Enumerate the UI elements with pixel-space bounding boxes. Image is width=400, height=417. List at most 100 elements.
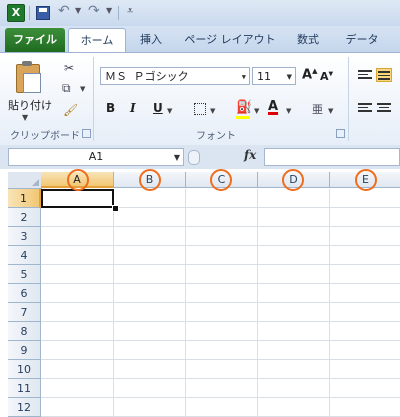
- cell-a12[interactable]: [41, 398, 114, 417]
- cell-e2[interactable]: [330, 208, 400, 227]
- cell-c6[interactable]: [186, 284, 258, 303]
- borders-dropdown-icon[interactable]: ▼: [210, 107, 215, 115]
- undo-dropdown-icon[interactable]: ▼: [75, 6, 81, 15]
- row-header-12[interactable]: 12: [8, 398, 41, 417]
- cell-c10[interactable]: [186, 360, 258, 379]
- column-header-c[interactable]: C: [186, 172, 258, 188]
- fill-color-icon[interactable]: ⛽: [236, 100, 252, 115]
- cell-e7[interactable]: [330, 303, 400, 322]
- row-header-4[interactable]: 4: [8, 246, 41, 265]
- chevron-down-icon[interactable]: ▼: [174, 150, 180, 166]
- cell-e11[interactable]: [330, 379, 400, 398]
- font-color-dropdown-icon[interactable]: ▼: [286, 107, 291, 115]
- shrink-font-button[interactable]: A▼: [320, 70, 333, 83]
- format-painter-icon[interactable]: 🖌: [63, 103, 78, 117]
- cell-d2[interactable]: [258, 208, 330, 227]
- redo-dropdown-icon[interactable]: ▼: [106, 6, 112, 15]
- font-name-combo[interactable]: ＭＳ Ｐゴシック ▼: [100, 67, 250, 85]
- row-header-8[interactable]: 8: [8, 322, 41, 341]
- cell-c12[interactable]: [186, 398, 258, 417]
- cell-a2[interactable]: [41, 208, 114, 227]
- font-launcher-icon[interactable]: [336, 129, 345, 138]
- cell-e6[interactable]: [330, 284, 400, 303]
- cell-d6[interactable]: [258, 284, 330, 303]
- cell-d8[interactable]: [258, 322, 330, 341]
- column-header-e[interactable]: E: [330, 172, 400, 188]
- cell-b2[interactable]: [114, 208, 186, 227]
- row-header-11[interactable]: 11: [8, 379, 41, 398]
- chevron-down-icon[interactable]: ▼: [287, 68, 292, 86]
- font-size-combo[interactable]: 11 ▼: [252, 67, 296, 85]
- column-header-a[interactable]: A: [41, 172, 114, 188]
- name-box[interactable]: A1 ▼: [8, 148, 184, 166]
- cell-d11[interactable]: [258, 379, 330, 398]
- cell-d9[interactable]: [258, 341, 330, 360]
- align-left-icon[interactable]: [357, 101, 373, 115]
- cell-b11[interactable]: [114, 379, 186, 398]
- cell-a6[interactable]: [41, 284, 114, 303]
- borders-icon[interactable]: [194, 103, 206, 115]
- clipboard-launcher-icon[interactable]: [82, 129, 91, 138]
- row-header-6[interactable]: 6: [8, 284, 41, 303]
- phonetic-guide-icon[interactable]: 亜: [312, 101, 323, 117]
- tab-file[interactable]: ファイル: [5, 28, 65, 52]
- cell-b1[interactable]: [114, 189, 186, 208]
- cell-d5[interactable]: [258, 265, 330, 284]
- cell-e4[interactable]: [330, 246, 400, 265]
- cell-c2[interactable]: [186, 208, 258, 227]
- cell-b6[interactable]: [114, 284, 186, 303]
- cell-a10[interactable]: [41, 360, 114, 379]
- insert-function-icon[interactable]: fx: [244, 148, 256, 162]
- cell-b3[interactable]: [114, 227, 186, 246]
- cell-e5[interactable]: [330, 265, 400, 284]
- cell-b4[interactable]: [114, 246, 186, 265]
- tab-insert[interactable]: 挿入: [136, 28, 166, 52]
- row-header-5[interactable]: 5: [8, 265, 41, 284]
- row-header-10[interactable]: 10: [8, 360, 41, 379]
- cell-b10[interactable]: [114, 360, 186, 379]
- cell-d10[interactable]: [258, 360, 330, 379]
- row-header-7[interactable]: 7: [8, 303, 41, 322]
- row-header-2[interactable]: 2: [8, 208, 41, 227]
- cell-e1[interactable]: [330, 189, 400, 208]
- cell-e3[interactable]: [330, 227, 400, 246]
- cell-c4[interactable]: [186, 246, 258, 265]
- cell-c7[interactable]: [186, 303, 258, 322]
- cell-d1[interactable]: [258, 189, 330, 208]
- row-header-1[interactable]: 1: [8, 189, 41, 208]
- customize-toolbar-icon[interactable]: ⩡: [127, 4, 133, 18]
- active-cell-a1[interactable]: [41, 189, 114, 208]
- copy-dropdown-icon[interactable]: ▼: [80, 85, 85, 93]
- cell-c5[interactable]: [186, 265, 258, 284]
- chevron-down-icon[interactable]: ▼: [242, 68, 246, 86]
- column-header-b[interactable]: B: [114, 172, 186, 188]
- cell-a4[interactable]: [41, 246, 114, 265]
- cell-b9[interactable]: [114, 341, 186, 360]
- paste-label[interactable]: 貼り付け: [8, 97, 52, 113]
- copy-icon[interactable]: ⧉: [62, 81, 71, 96]
- paste-dropdown-icon[interactable]: ▼: [22, 113, 28, 122]
- select-all-button[interactable]: [8, 172, 42, 189]
- undo-icon[interactable]: ↶: [58, 3, 70, 19]
- cell-d4[interactable]: [258, 246, 330, 265]
- column-header-d[interactable]: D: [258, 172, 330, 188]
- italic-button[interactable]: I: [130, 101, 136, 119]
- cell-a5[interactable]: [41, 265, 114, 284]
- underline-dropdown-icon[interactable]: ▼: [167, 107, 172, 115]
- cell-a11[interactable]: [41, 379, 114, 398]
- cell-c3[interactable]: [186, 227, 258, 246]
- fill-dropdown-icon[interactable]: ▼: [254, 107, 259, 115]
- cell-e12[interactable]: [330, 398, 400, 417]
- cell-d3[interactable]: [258, 227, 330, 246]
- row-header-9[interactable]: 9: [8, 341, 41, 360]
- cut-icon[interactable]: ✂: [64, 61, 74, 75]
- cell-c9[interactable]: [186, 341, 258, 360]
- cell-c11[interactable]: [186, 379, 258, 398]
- cell-b7[interactable]: [114, 303, 186, 322]
- formula-input[interactable]: [264, 148, 400, 166]
- save-icon[interactable]: [36, 6, 50, 20]
- cell-b12[interactable]: [114, 398, 186, 417]
- cell-d12[interactable]: [258, 398, 330, 417]
- align-top-icon[interactable]: [357, 68, 373, 82]
- cell-e9[interactable]: [330, 341, 400, 360]
